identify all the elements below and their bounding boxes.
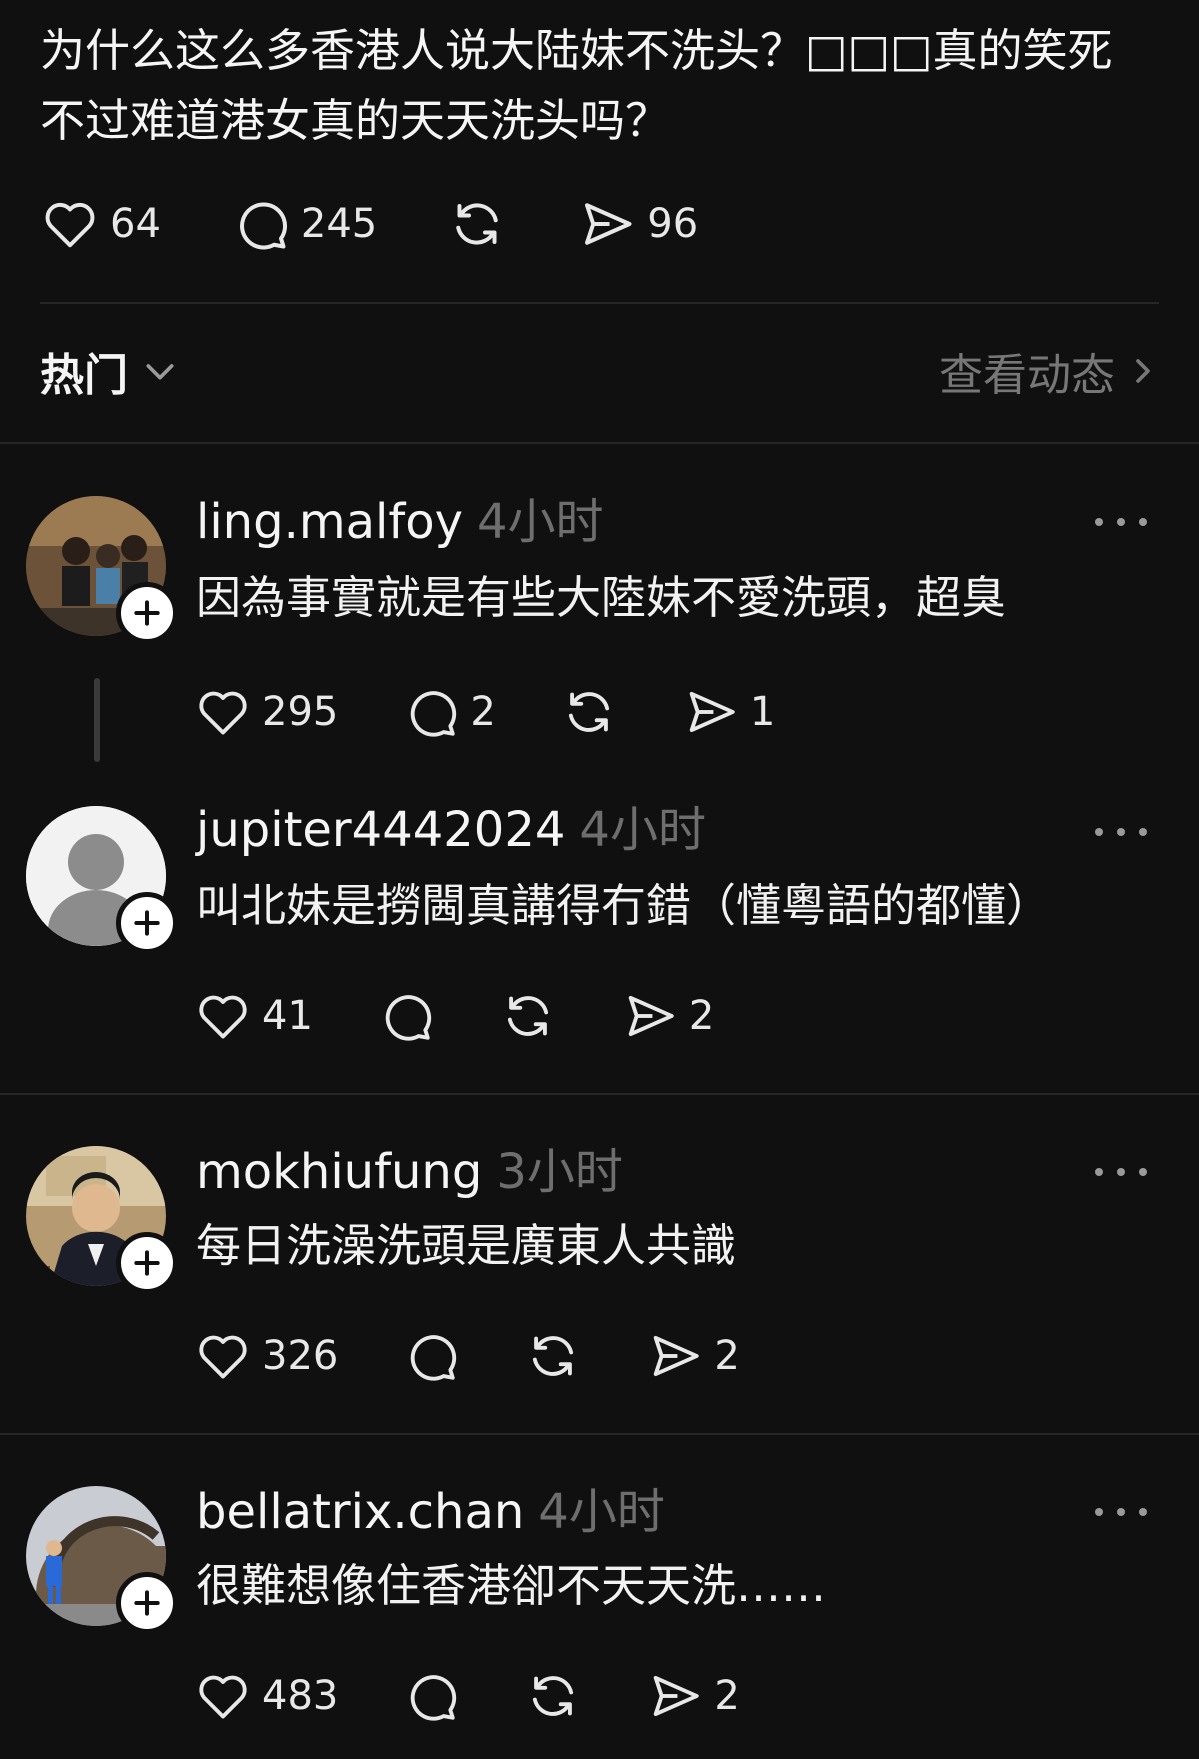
view-activity-label: 查看动态 [939, 350, 1115, 401]
comment-action-bar: 295 2 1 [194, 680, 775, 744]
follow-button[interactable] [116, 1572, 178, 1634]
post-comment-count: 245 [300, 201, 378, 247]
comment-bubble-icon [239, 202, 287, 250]
like-count: 41 [262, 993, 313, 1039]
reply-button[interactable] [402, 1327, 460, 1385]
comment-time: 4小时 [477, 494, 604, 550]
share-button[interactable]: 2 [646, 1327, 740, 1385]
share-button[interactable]: 2 [621, 987, 714, 1045]
chevron-right-icon [1136, 359, 1150, 383]
like-count: 295 [262, 689, 339, 735]
thread-line [94, 678, 100, 762]
reply-button[interactable] [402, 1667, 460, 1725]
heart-icon [199, 691, 247, 735]
comment-header: ling.malfoy 4小时 [196, 492, 604, 552]
chevron-down-icon [146, 364, 174, 380]
post-text: 为什么这么多香港人说大陆妹不洗头？□□□真的笑死 不过难道港女真的天天洗头吗？ [40, 24, 1113, 147]
share-count: 2 [688, 993, 715, 1039]
repost-button[interactable] [524, 1667, 582, 1725]
repost-button[interactable] [499, 987, 557, 1045]
post-like-count: 64 [110, 201, 161, 247]
comment-action-bar: 483 2 [194, 1664, 740, 1728]
more-options-button[interactable] [1095, 1502, 1147, 1522]
share-count: 1 [749, 689, 776, 735]
post-repost-button[interactable] [447, 194, 507, 254]
repost-icon [507, 996, 548, 1036]
repost-icon [533, 1336, 574, 1376]
post-share-count: 96 [647, 201, 699, 247]
repost-button[interactable] [524, 1327, 582, 1385]
send-icon [628, 995, 674, 1037]
comment-bubble-icon [411, 691, 457, 737]
heart-icon [199, 995, 247, 1039]
comment-text: 每日洗澡洗頭是廣東人共識 [196, 1219, 737, 1272]
more-options-button[interactable] [1095, 822, 1147, 842]
more-options-button[interactable] [1095, 512, 1147, 532]
thread-page: 为什么这么多香港人说大陆妹不洗头？□□□真的笑死 不过难道港女真的天天洗头吗？ … [0, 0, 1199, 1759]
divider [0, 442, 1199, 444]
comment-text: 因為事實就是有些大陸妹不愛洗頭，超臭 [196, 571, 1007, 624]
plus-icon [134, 1250, 160, 1276]
divider [40, 302, 1159, 304]
plus-icon [134, 910, 160, 936]
divider [0, 1093, 1199, 1095]
send-icon [585, 203, 632, 245]
comment-username[interactable]: jupiter4442024 [196, 800, 565, 860]
sort-bar: 热门 查看动态 [40, 336, 1159, 406]
heart-icon [199, 1675, 247, 1719]
post-like-button[interactable]: 64 [40, 194, 161, 254]
comment-username[interactable]: ling.malfoy [196, 492, 463, 552]
reply-button[interactable] [377, 987, 435, 1045]
sort-label: 热门 [40, 350, 128, 401]
view-activity-link[interactable]: 查看动态 [939, 339, 1159, 403]
comment-time: 4小时 [579, 802, 706, 858]
comment-header: mokhiufung 3小时 [196, 1142, 623, 1202]
comment-bubble-icon [411, 1675, 457, 1721]
comment-header: bellatrix.chan 4小时 [196, 1482, 665, 1542]
send-icon [689, 691, 735, 733]
like-button[interactable]: 295 [194, 683, 338, 741]
comment-text: 叫北妹是撈閪真講得冇錯（￼懂粵語的都懂） [196, 879, 1052, 932]
comment-time: 3小时 [496, 1144, 623, 1200]
like-count: 483 [262, 1673, 339, 1719]
follow-button[interactable] [116, 892, 178, 954]
send-icon [654, 1335, 700, 1377]
plus-icon [134, 1590, 160, 1616]
heart-icon [45, 202, 95, 248]
post-comment-button[interactable]: 245 [231, 194, 377, 254]
plus-icon [134, 600, 160, 626]
repost-button[interactable] [560, 683, 618, 741]
share-button[interactable]: 2 [646, 1667, 740, 1725]
share-count: 2 [714, 1673, 740, 1719]
heart-icon [199, 1335, 247, 1379]
comment-header: jupiter4442024 4小时 [196, 800, 706, 860]
share-count: 2 [714, 1333, 740, 1379]
share-button[interactable]: 1 [682, 683, 775, 741]
comment-username[interactable]: bellatrix.chan [196, 1482, 524, 1542]
sort-dropdown[interactable]: 热门 [40, 339, 180, 403]
comment-bubble-icon [385, 995, 432, 1041]
divider [0, 1433, 1199, 1435]
like-button[interactable]: 483 [194, 1667, 338, 1725]
like-button[interactable]: 41 [194, 987, 313, 1045]
comment-action-bar: 41 2 [194, 984, 714, 1048]
repost-icon [533, 1676, 574, 1716]
comment-text: 很難想像住香港卻不天天洗…… [196, 1559, 827, 1612]
like-count: 326 [262, 1333, 339, 1379]
post-share-button[interactable]: 96 [577, 194, 698, 254]
comment-action-bar: 326 2 [194, 1324, 740, 1388]
repost-icon [568, 692, 609, 732]
send-icon [654, 1675, 700, 1717]
follow-button[interactable] [116, 1232, 178, 1294]
repost-icon [456, 203, 499, 245]
comment-username[interactable]: mokhiufung [196, 1142, 482, 1202]
reply-button[interactable]: 2 [402, 683, 496, 741]
follow-button[interactable] [116, 582, 178, 644]
comment-time: 4小时 [538, 1484, 665, 1540]
post-action-bar: 64 245 96 [40, 192, 698, 256]
more-options-button[interactable] [1095, 1162, 1147, 1182]
reply-count: 2 [470, 689, 496, 735]
comment-bubble-icon [411, 1335, 457, 1381]
like-button[interactable]: 326 [194, 1327, 338, 1385]
